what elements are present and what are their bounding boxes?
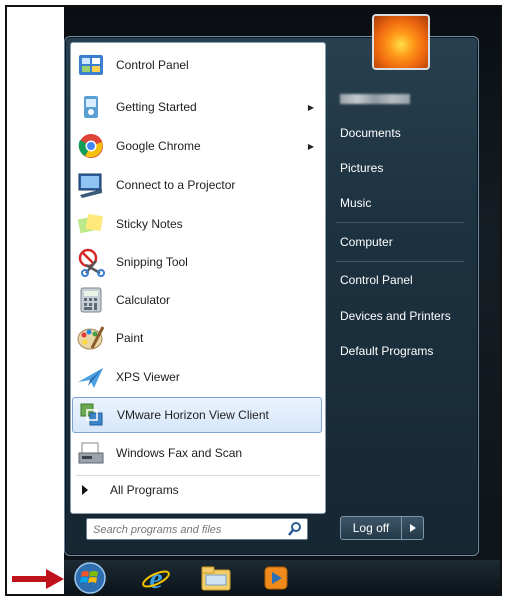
all-programs-label: All Programs — [110, 483, 179, 497]
search-input[interactable] — [91, 520, 285, 540]
calculator-icon — [74, 284, 108, 316]
program-paint[interactable]: Paint — [72, 320, 322, 356]
program-windows-fax-scan[interactable]: Windows Fax and Scan — [72, 435, 322, 471]
program-connect-projector[interactable]: Connect to a Projector — [72, 167, 322, 203]
getting-started-icon — [74, 91, 108, 123]
link-label: Control Panel — [340, 273, 413, 287]
link-label: Default Programs — [340, 344, 434, 358]
file-explorer-icon[interactable] — [198, 562, 234, 594]
program-getting-started[interactable]: Getting Started ▶ — [72, 89, 322, 125]
program-label: VMware Horizon View Client — [117, 408, 269, 422]
program-label: Paint — [116, 331, 144, 345]
logoff-button[interactable]: Log off — [341, 517, 402, 539]
chrome-icon — [74, 130, 108, 162]
submenu-arrow-icon[interactable]: ▶ — [308, 103, 314, 112]
link-label: Devices and Printers — [340, 309, 451, 323]
all-programs-button[interactable]: All Programs — [72, 476, 322, 504]
program-google-chrome[interactable]: Google Chrome ▶ — [72, 128, 322, 164]
user-picture[interactable] — [372, 14, 430, 70]
program-sticky-notes[interactable]: Sticky Notes — [72, 206, 322, 242]
media-player-icon[interactable] — [258, 562, 294, 594]
program-control-panel[interactable]: Control Panel — [72, 47, 322, 83]
link-devices-printers[interactable]: Devices and Printers — [336, 303, 468, 329]
program-label: Google Chrome — [116, 139, 201, 153]
user-name[interactable] — [340, 94, 410, 104]
link-label: Pictures — [340, 161, 384, 175]
xps-viewer-icon — [74, 361, 108, 393]
paint-icon — [74, 322, 108, 354]
shutdown-options-icon[interactable] — [402, 517, 423, 539]
link-pictures[interactable]: Pictures — [336, 155, 468, 181]
link-label: Music — [340, 196, 372, 210]
expand-arrow-icon — [82, 485, 88, 495]
right-divider — [336, 222, 464, 223]
submenu-arrow-icon[interactable]: ▶ — [308, 142, 314, 151]
logoff-button-group: Log off — [340, 516, 424, 540]
program-label: XPS Viewer — [116, 370, 180, 384]
svg-text:e: e — [149, 563, 162, 593]
internet-explorer-icon[interactable]: e — [138, 562, 174, 594]
program-label: Sticky Notes — [116, 217, 183, 231]
right-divider — [336, 261, 464, 262]
windows-start-orb-icon[interactable] — [72, 562, 108, 594]
search-box[interactable] — [86, 518, 308, 540]
projector-icon — [74, 169, 108, 201]
link-music[interactable]: Music — [336, 190, 468, 216]
search-icon[interactable] — [287, 521, 303, 537]
program-label: Snipping Tool — [116, 255, 188, 269]
link-default-programs[interactable]: Default Programs — [336, 338, 468, 364]
link-computer[interactable]: Computer — [336, 229, 468, 255]
link-label: Documents — [340, 126, 401, 140]
control-panel-icon — [74, 49, 108, 81]
link-documents[interactable]: Documents — [336, 120, 468, 146]
sticky-notes-icon — [74, 208, 108, 240]
program-snipping-tool[interactable]: Snipping Tool — [72, 244, 322, 280]
link-label: Computer — [340, 235, 393, 249]
vmware-icon — [75, 399, 109, 431]
program-label: Control Panel — [116, 58, 189, 72]
program-calculator[interactable]: Calculator — [72, 282, 322, 318]
annotation-arrow-icon — [12, 569, 64, 589]
program-vmware-horizon[interactable]: VMware Horizon View Client — [72, 397, 322, 433]
program-label: Connect to a Projector — [116, 178, 236, 192]
program-label: Getting Started — [116, 100, 197, 114]
fax-scan-icon — [74, 437, 108, 469]
snipping-tool-icon — [74, 246, 108, 278]
program-label: Calculator — [116, 293, 171, 307]
program-xps-viewer[interactable]: XPS Viewer — [72, 359, 322, 395]
link-control-panel[interactable]: Control Panel — [336, 267, 468, 293]
program-label: Windows Fax and Scan — [116, 446, 243, 460]
